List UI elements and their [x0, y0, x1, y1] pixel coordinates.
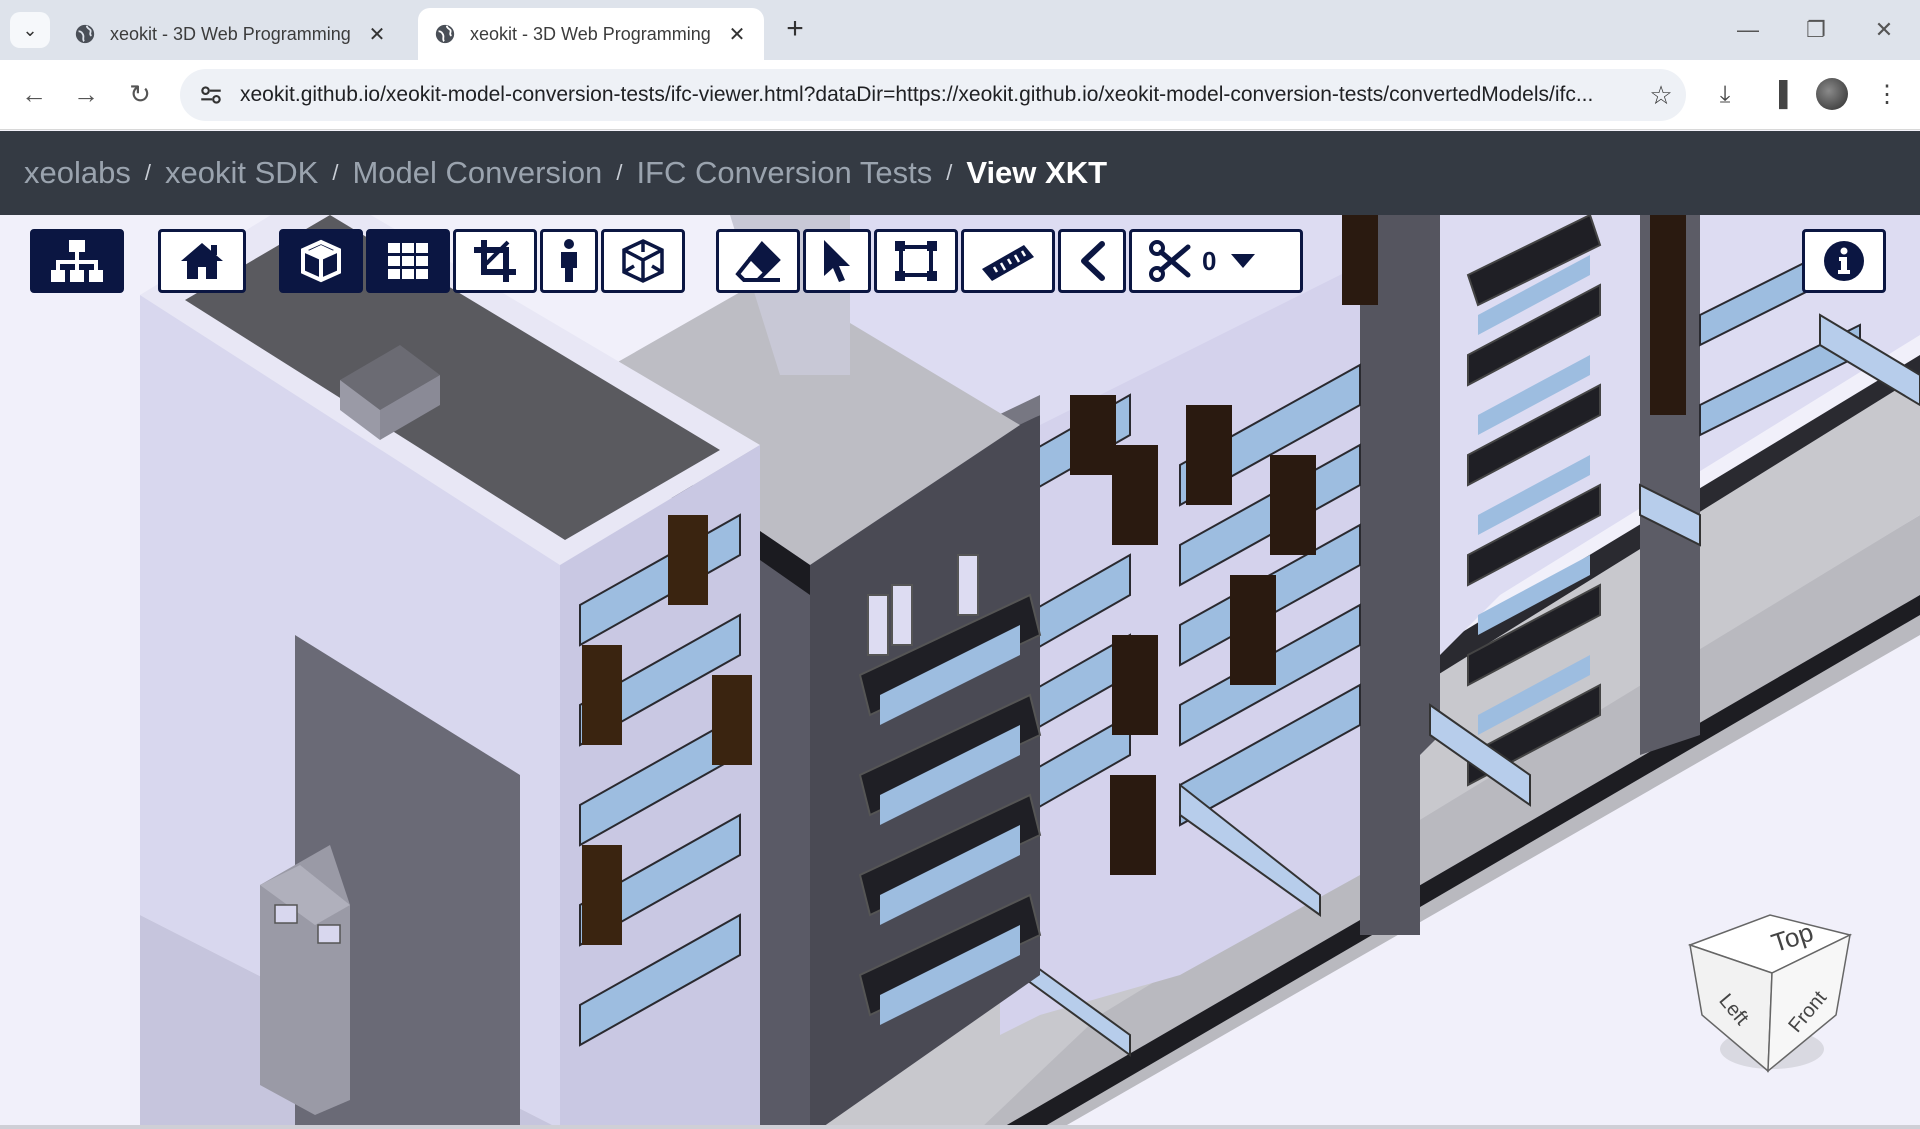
breadcrumb-model-conversion[interactable]: Model Conversion [352, 155, 602, 191]
grid-icon [388, 243, 428, 279]
browser-tab-bar: ⌄ xeokit - 3D Web Programming ✕ xeokit -… [0, 0, 1920, 60]
home-icon [181, 243, 223, 279]
cube-icon [301, 239, 341, 283]
distance-measure-button[interactable] [961, 229, 1055, 293]
info-icon [1824, 241, 1864, 281]
select-tool-button[interactable] [803, 229, 871, 293]
tab-title: xeokit - 3D Web Programming [470, 23, 711, 44]
globe-icon [75, 24, 95, 44]
marquee-select-icon [895, 241, 937, 281]
hide-tool-button[interactable] [716, 229, 800, 293]
breadcrumb: xeolabs / xeokit SDK / Model Conversion … [0, 131, 1920, 215]
angle-measure-button[interactable] [1058, 229, 1126, 293]
breadcrumb-separator: / [332, 160, 339, 185]
browser-tab-1[interactable]: xeokit - 3D Web Programming ✕ [58, 8, 404, 60]
breadcrumb-ifc-tests[interactable]: IFC Conversion Tests [636, 155, 932, 191]
angle-icon [1081, 241, 1105, 281]
close-icon[interactable]: ✕ [726, 22, 748, 47]
building-model[interactable] [0, 215, 1920, 1129]
new-tab-button[interactable]: + [778, 14, 812, 48]
breadcrumb-xeokit-sdk[interactable]: xeokit SDK [165, 155, 318, 191]
tab-search-button[interactable]: ⌄ [10, 12, 50, 48]
home-button[interactable] [158, 229, 246, 293]
breadcrumb-xeolabs[interactable]: xeolabs [24, 155, 131, 191]
page-title: View XKT [966, 155, 1108, 190]
caret-down-icon[interactable] [1230, 253, 1256, 269]
ruler-icon [982, 245, 1034, 281]
navcube[interactable]: Top Left Front [1680, 899, 1860, 1079]
tab-title: xeokit - 3D Web Programming [110, 23, 351, 44]
download-icon[interactable]: ⤓ [1706, 76, 1744, 114]
eraser-icon [735, 241, 781, 282]
perspective-toggle-button[interactable] [279, 229, 363, 293]
more-menu-icon[interactable]: ⋮ [1868, 76, 1906, 114]
address-bar: ← → ↻ xeokit.github.io/xeokit-model-conv… [0, 60, 1920, 130]
close-icon[interactable]: ✕ [366, 22, 388, 47]
profile-avatar[interactable] [1816, 78, 1848, 110]
marquee-select-button[interactable] [874, 229, 958, 293]
back-arrow-icon[interactable]: ← [14, 74, 54, 114]
chevron-down-icon: ⌄ [22, 19, 38, 40]
browser-tab-2[interactable]: xeokit - 3D Web Programming ✕ [418, 8, 764, 60]
person-icon [561, 239, 577, 282]
sitemap-icon [51, 240, 103, 282]
section-count: 0 [1202, 245, 1217, 276]
url-text: xeokit.github.io/xeokit-model-conversion… [240, 83, 1594, 106]
restore-icon[interactable]: ❐ [1796, 10, 1836, 50]
section-tool-button[interactable]: 0 [1129, 229, 1303, 293]
globe-icon [435, 24, 455, 44]
first-person-button[interactable] [540, 229, 598, 293]
scissors-icon [1149, 240, 1191, 282]
pointer-icon [824, 240, 850, 282]
site-info-icon[interactable] [198, 82, 224, 108]
fit-view-button[interactable] [453, 229, 537, 293]
close-window-icon[interactable]: ✕ [1864, 10, 1904, 50]
ortho-grid-button[interactable] [366, 229, 450, 293]
minimize-icon[interactable]: — [1728, 10, 1768, 50]
breadcrumb-separator: / [616, 160, 623, 185]
side-panel-icon[interactable]: ▐ [1760, 76, 1798, 114]
viewer-canvas[interactable]: 0 Top Left Front [0, 215, 1920, 1129]
crop-icon [474, 240, 516, 282]
xray-button[interactable] [601, 229, 685, 293]
url-field[interactable]: xeokit.github.io/xeokit-model-conversion… [180, 69, 1686, 121]
info-button[interactable] [1802, 229, 1886, 293]
explorer-toggle-button[interactable] [30, 229, 124, 293]
reload-icon[interactable]: ↻ [120, 74, 160, 114]
breadcrumb-separator: / [144, 160, 151, 185]
breadcrumb-separator: / [946, 160, 953, 185]
wireframe-cube-icon [622, 239, 664, 283]
bookmark-star-icon[interactable]: ☆ [1636, 80, 1686, 111]
forward-arrow-icon[interactable]: → [66, 74, 106, 114]
bottom-border [0, 1125, 1920, 1129]
